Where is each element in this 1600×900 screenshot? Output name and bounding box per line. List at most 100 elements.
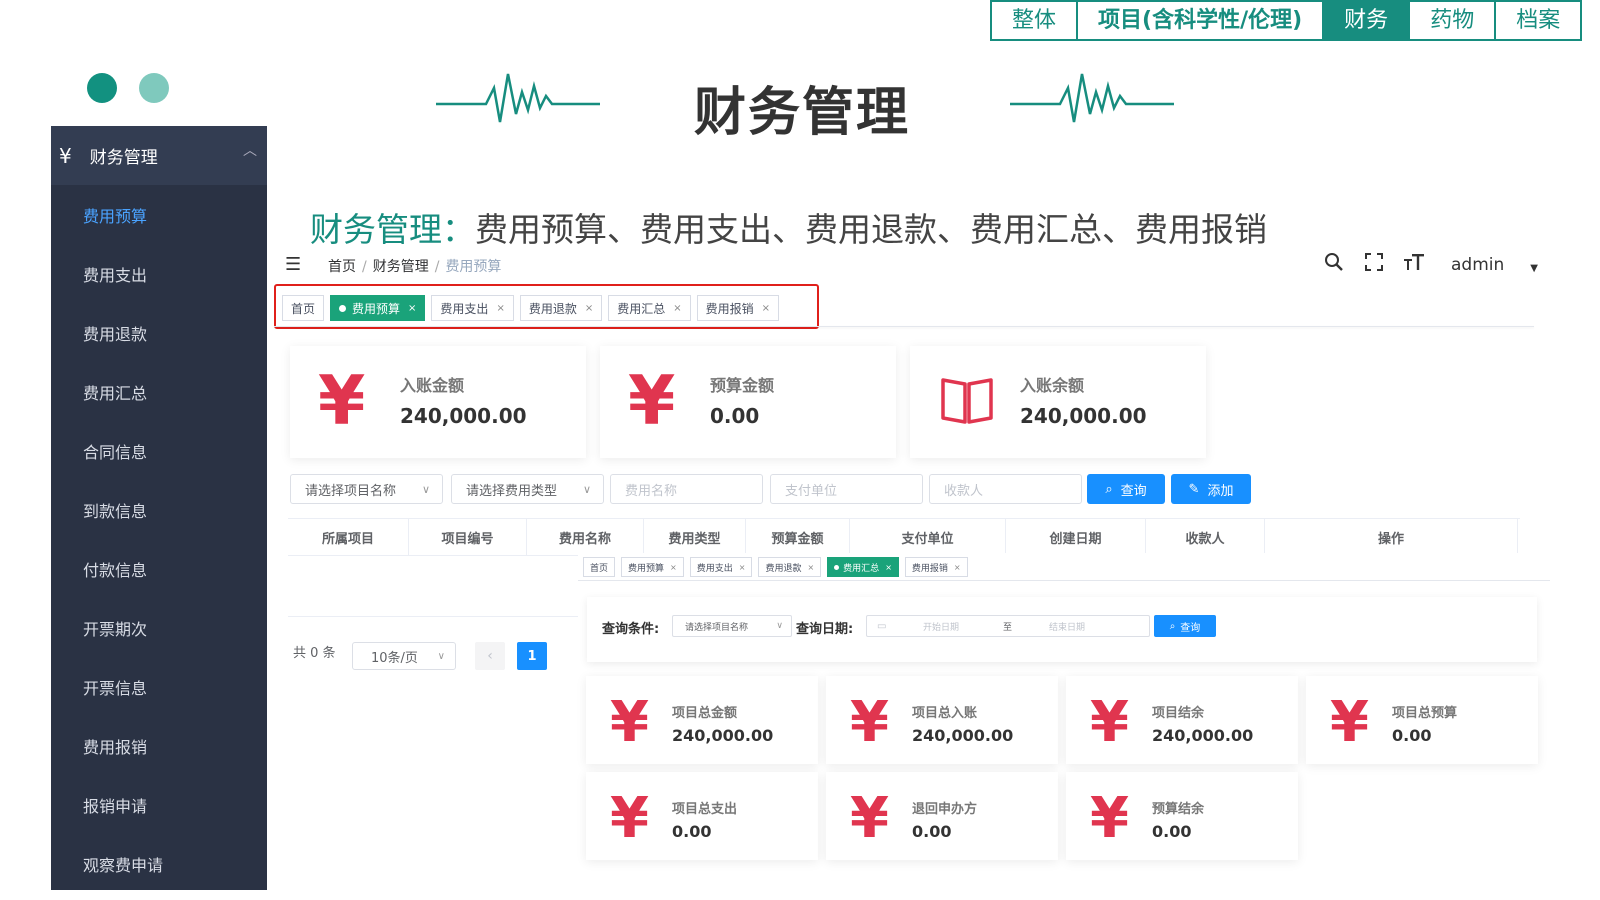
overlay-tag-refund[interactable]: 费用退款 × xyxy=(758,557,822,577)
sidebar-item-refund[interactable]: 费用退款 xyxy=(51,303,267,362)
overlay-query-button[interactable]: ⌕ 查询 xyxy=(1154,615,1216,637)
calendar-icon: ▭ xyxy=(877,620,887,632)
heartbeat-left-icon xyxy=(436,73,600,123)
pay-unit-input[interactable]: 支付单位 xyxy=(770,474,923,504)
tag-refund[interactable]: 费用退款 × xyxy=(519,295,603,321)
add-button[interactable]: ✎ 添加 xyxy=(1171,474,1251,504)
sidebar-item-budget[interactable]: 费用预算 xyxy=(51,185,267,244)
overlay-tag-expense[interactable]: 费用支出 × xyxy=(689,557,753,577)
close-icon[interactable]: × xyxy=(762,303,770,314)
page-number-current[interactable]: 1 xyxy=(517,642,547,670)
tag-expense[interactable]: 费用支出 × xyxy=(431,295,514,321)
overlay-tags-view: 首页 费用预算 × 费用支出 × 费用退款 × 费用汇总 × 费用报销 × xyxy=(583,557,968,577)
close-icon[interactable]: × xyxy=(673,303,681,314)
query-condition-label: 查询条件: xyxy=(602,622,660,637)
sidebar-item-invoice-period[interactable]: 开票期次 xyxy=(51,598,267,657)
breadcrumb: 首页 / 财务管理 / 费用预算 xyxy=(328,259,502,275)
yen-icon: ¥ xyxy=(1090,690,1129,755)
payee-input[interactable]: 收款人 xyxy=(929,474,1082,504)
project-select[interactable]: 请选择项目名称 ∨ xyxy=(290,474,443,504)
heartbeat-right-icon xyxy=(1010,73,1174,123)
sidebar-item-expense[interactable]: 费用支出 xyxy=(51,244,267,303)
close-icon[interactable]: × xyxy=(408,303,416,314)
yen-icon: ¥ xyxy=(628,362,676,441)
overlay-tag-home[interactable]: 首页 xyxy=(583,557,616,577)
summary-card-budget: ¥ 项目总预算 0.00 xyxy=(1306,676,1538,764)
user-menu[interactable]: admin xyxy=(1451,255,1504,275)
stat-card-income: ¥ 入账金额 240,000.00 xyxy=(290,346,586,458)
breadcrumb-home[interactable]: 首页 xyxy=(328,259,356,275)
pagination: 共 0 条 xyxy=(293,642,336,661)
tags-view: 首页 费用预算 × 费用支出 × 费用退款 × 费用汇总 × 费用报销 × xyxy=(282,295,780,321)
sidebar-item-payment[interactable]: 付款信息 xyxy=(51,539,267,598)
stat-label: 预算金额 xyxy=(710,376,775,395)
search-icon: ⌕ xyxy=(1169,620,1176,632)
active-dot-icon xyxy=(834,564,840,570)
active-dot-icon xyxy=(339,304,347,312)
summary-card-budget-balance: ¥ 预算结余 0.00 xyxy=(1066,772,1298,860)
fee-name-input[interactable]: 费用名称 xyxy=(610,474,763,504)
sidebar-item-summary[interactable]: 费用汇总 xyxy=(51,362,267,421)
yen-icon: ¥ xyxy=(1330,690,1369,755)
col-pay-unit: 支付单位 xyxy=(850,519,1006,555)
page-size-select[interactable]: 10条/页 ∨ xyxy=(352,642,456,670)
search-icon: ⌕ xyxy=(1105,481,1113,497)
tag-reimburse[interactable]: 费用报销 × xyxy=(696,295,780,321)
date-range-picker[interactable]: ▭ 开始日期 至 结束日期 xyxy=(866,615,1150,637)
pagination-total: 共 0 条 xyxy=(293,646,336,661)
topnav-drug[interactable]: 药物 xyxy=(1410,2,1497,39)
fullscreen-icon[interactable] xyxy=(1363,252,1385,277)
overlay-project-select[interactable]: 请选择项目名称 ∨ xyxy=(672,615,792,637)
decor-dot-light xyxy=(139,73,169,103)
col-actions: 操作 xyxy=(1265,519,1518,555)
subtitle-text: 费用预算、费用支出、费用退款、费用汇总、费用报销 xyxy=(475,210,1267,249)
yen-icon: ¥ xyxy=(850,786,889,851)
search-icon[interactable] xyxy=(1323,252,1345,277)
yen-icon: ¥ xyxy=(610,786,649,851)
overlay-tag-summary[interactable]: 费用汇总 × xyxy=(827,557,899,577)
yen-icon: ¥ xyxy=(59,143,72,168)
close-icon[interactable]: × xyxy=(585,303,593,314)
font-size-icon[interactable] xyxy=(1403,252,1425,277)
sidebar-item-contract[interactable]: 合同信息 xyxy=(51,421,267,480)
overlay-tag-reimburse[interactable]: 费用报销 × xyxy=(904,557,968,577)
overlay-tag-budget[interactable]: 费用预算 × xyxy=(621,557,684,577)
menu-fold-icon[interactable]: ☰ xyxy=(285,254,301,275)
sidebar-item-reimburse-apply[interactable]: 报销申请 xyxy=(51,775,267,834)
caret-down-icon[interactable]: ▼ xyxy=(1530,263,1538,274)
chevron-up-icon: ︿ xyxy=(243,143,257,159)
summary-card-expense: ¥ 项目总支出 0.00 xyxy=(586,772,818,860)
table-header: 所属项目 项目编号 费用名称 费用类型 预算金额 支付单位 创建日期 收款人 操… xyxy=(288,518,1520,556)
topnav-overall[interactable]: 整体 xyxy=(992,2,1079,39)
tag-home[interactable]: 首页 xyxy=(282,295,325,321)
tag-summary[interactable]: 费用汇总 × xyxy=(608,295,691,321)
sidebar-menu-finance[interactable]: ¥ 财务管理 ︿ xyxy=(51,126,267,185)
sidebar-item-observation-fee[interactable]: 观察费申请 xyxy=(51,834,267,893)
stat-value: 240,000.00 xyxy=(400,404,527,428)
decor-dot-dark xyxy=(87,73,117,103)
topnav-finance[interactable]: 财务 xyxy=(1324,2,1411,39)
edit-icon: ✎ xyxy=(1188,481,1200,497)
col-created: 创建日期 xyxy=(1006,519,1146,555)
query-button[interactable]: ⌕ 查询 xyxy=(1087,474,1165,504)
sidebar-item-receipt[interactable]: 到款信息 xyxy=(51,480,267,539)
sidebar-item-invoice-info[interactable]: 开票信息 xyxy=(51,657,267,716)
stat-value: 240,000.00 xyxy=(1020,404,1147,428)
fee-type-select[interactable]: 请选择费用类型 ∨ xyxy=(451,474,604,504)
col-budget: 预算金额 xyxy=(746,519,850,555)
page-subtitle: 财务管理：费用预算、费用支出、费用退款、费用汇总、费用报销 xyxy=(310,203,1267,251)
close-icon[interactable]: × xyxy=(496,303,504,314)
prev-page-button[interactable]: ‹ xyxy=(475,642,505,670)
subtitle-label: 财务管理： xyxy=(310,210,475,249)
sidebar-item-reimbursement[interactable]: 费用报销 xyxy=(51,716,267,775)
header-tools: admin ▼ xyxy=(1323,252,1538,277)
summary-card-balance: ¥ 项目结余 240,000.00 xyxy=(1066,676,1298,764)
tag-budget[interactable]: 费用预算 × xyxy=(330,295,426,321)
col-payee: 收款人 xyxy=(1146,519,1265,555)
stat-card-budget: ¥ 预算金额 0.00 xyxy=(600,346,896,458)
topnav-project[interactable]: 项目(含科学性/伦理) xyxy=(1078,2,1325,39)
breadcrumb-finance[interactable]: 财务管理 xyxy=(373,259,429,275)
chevron-down-icon: ∨ xyxy=(421,482,430,496)
col-fee-name: 费用名称 xyxy=(527,519,644,555)
topnav-archive[interactable]: 档案 xyxy=(1496,2,1580,39)
